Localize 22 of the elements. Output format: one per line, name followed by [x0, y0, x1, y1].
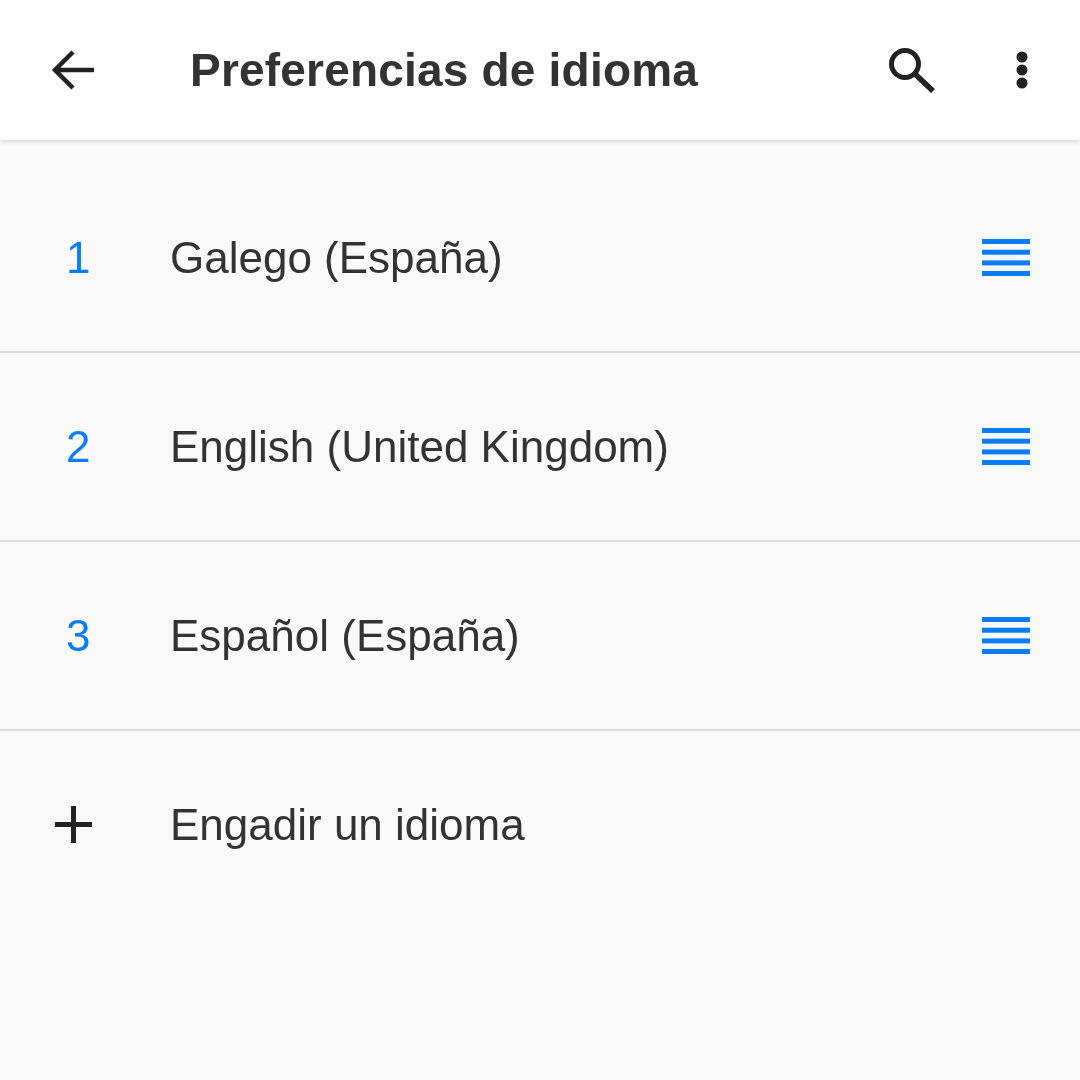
- language-name: Español (España): [170, 610, 521, 661]
- language-rank: 2: [66, 421, 90, 472]
- drag-handle-icon[interactable]: [982, 239, 1030, 276]
- language-row[interactable]: 1 Galego (España): [0, 164, 1080, 353]
- language-rank: 1: [66, 232, 90, 283]
- search-icon: [888, 47, 936, 93]
- language-row[interactable]: 3 Español (España): [0, 542, 1080, 731]
- search-button[interactable]: [888, 47, 936, 93]
- more-options-icon: [1016, 51, 1028, 89]
- more-options-button[interactable]: [1016, 51, 1028, 89]
- drag-handle-icon[interactable]: [982, 617, 1030, 654]
- back-button[interactable]: [51, 50, 95, 90]
- plus-icon: [55, 806, 92, 843]
- screen-title: Preferencias de idioma: [190, 43, 700, 97]
- drag-handle-icon[interactable]: [982, 428, 1030, 465]
- language-row[interactable]: 2 English (United Kingdom): [0, 353, 1080, 542]
- language-rank: 3: [66, 610, 90, 661]
- back-arrow-icon: [51, 50, 95, 90]
- language-name: English (United Kingdom): [170, 421, 670, 472]
- add-language-label: Engadir un idioma: [170, 799, 526, 850]
- language-name: Galego (España): [170, 232, 504, 283]
- add-language-row[interactable]: Engadir un idioma: [0, 731, 1080, 918]
